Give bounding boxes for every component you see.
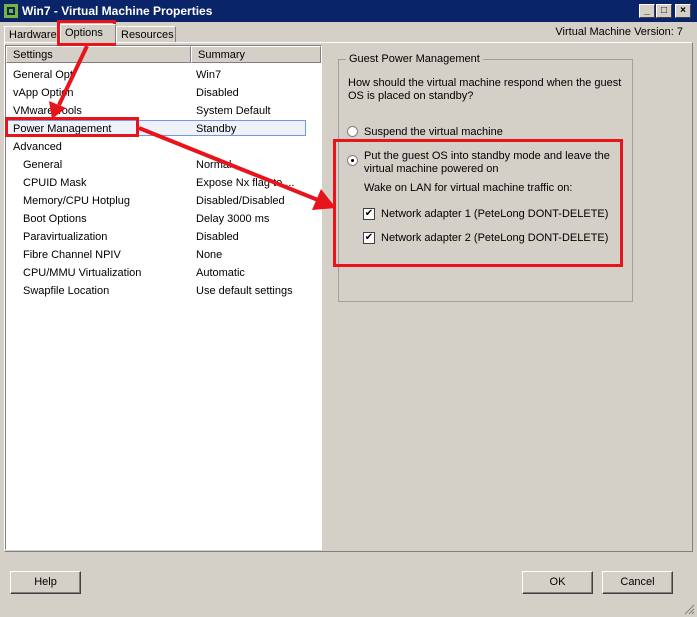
annotation-arrows xyxy=(49,45,336,210)
annotation-arrow-1 xyxy=(57,45,89,106)
tab-options-label: Options xyxy=(65,27,103,39)
tab-options[interactable]: Options xyxy=(60,24,116,43)
annotation-arrow-2 xyxy=(138,126,319,202)
